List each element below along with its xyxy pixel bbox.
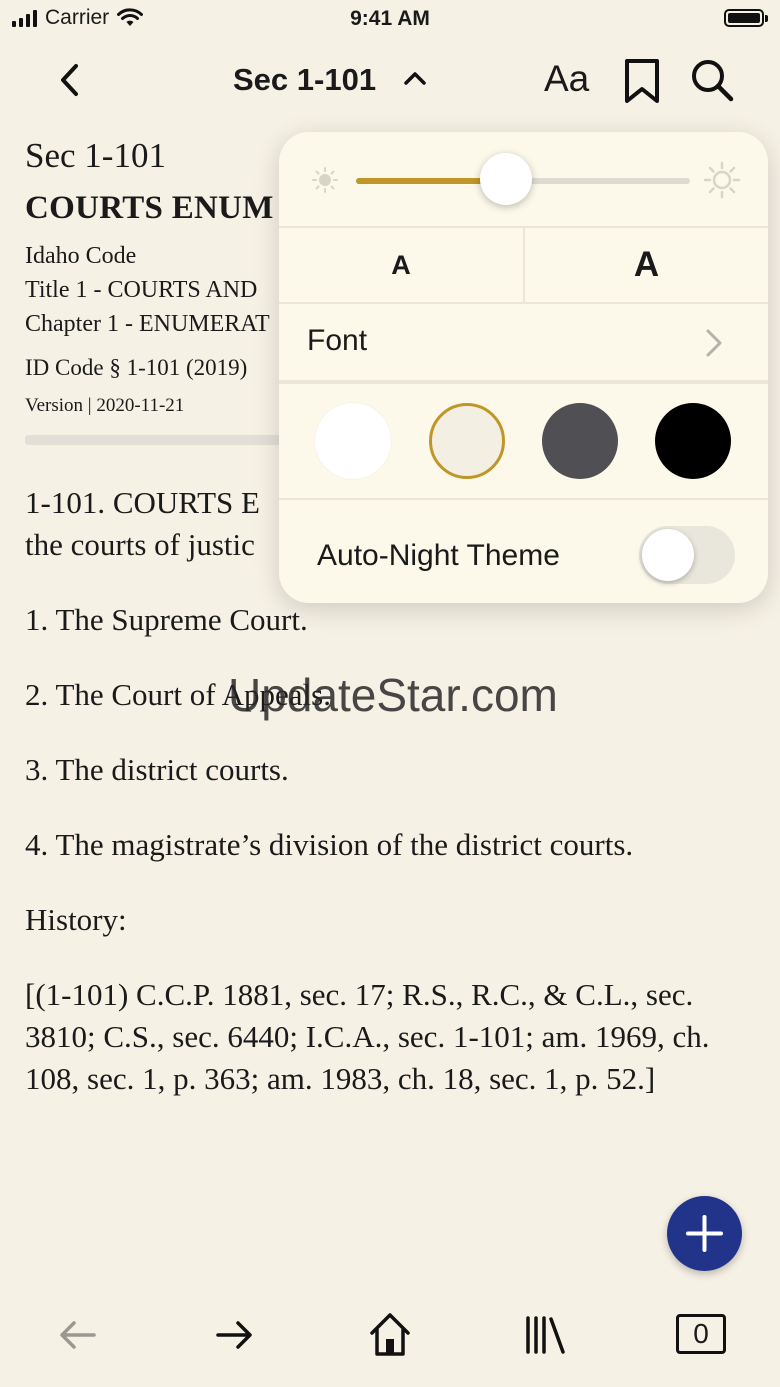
brightness-high-icon [703, 161, 741, 199]
paragraph: 3. The district courts. [25, 752, 289, 787]
paragraph-line: the courts of justic [25, 527, 255, 562]
section-title[interactable]: Sec 1-101 [233, 62, 376, 98]
font-label: Font [307, 324, 368, 357]
theme-gray-swatch[interactable] [542, 403, 618, 479]
brightness-slider-thumb[interactable] [480, 153, 533, 205]
back-chevron-icon[interactable] [52, 60, 88, 100]
theme-white-swatch[interactable] [315, 403, 391, 479]
status-bar: Carrier 9:41 AM [0, 0, 780, 40]
tabs-count-button[interactable]: 0 [676, 1314, 726, 1354]
decrease-font-size-button[interactable]: A [279, 228, 523, 302]
bottom-toolbar: 0 [0, 1295, 780, 1387]
add-button[interactable] [667, 1196, 742, 1271]
paragraph: [(1-101) C.C.P. 1881, sec. 17; R.S., R.C… [25, 977, 710, 1096]
bookmark-icon[interactable] [620, 56, 664, 106]
status-time: 9:41 AM [350, 7, 430, 30]
font-settings-button[interactable]: Aa [544, 58, 589, 100]
font-picker-row[interactable]: Font [279, 306, 768, 380]
forward-arrow-icon[interactable] [212, 1313, 256, 1357]
paragraph: 4. The magistrate’s division of the dist… [25, 827, 634, 862]
theme-black-swatch[interactable] [655, 403, 731, 479]
battery-icon [724, 9, 768, 27]
library-icon[interactable] [522, 1313, 568, 1357]
paragraph-line: 1-101. COURTS E [25, 485, 260, 520]
theme-sepia-swatch[interactable] [429, 403, 505, 479]
chevron-up-icon[interactable] [400, 66, 430, 90]
toggle-knob [642, 529, 694, 581]
home-icon[interactable] [367, 1309, 413, 1359]
brightness-low-icon [312, 167, 338, 193]
plus-icon [686, 1215, 723, 1252]
chevron-right-icon [706, 329, 722, 357]
nav-bar: Sec 1-101 Aa [0, 40, 780, 120]
paragraph: 1. The Supreme Court. [25, 602, 308, 637]
search-icon[interactable] [688, 56, 736, 104]
separator [279, 498, 768, 500]
separator [279, 380, 768, 384]
back-arrow-icon[interactable] [56, 1313, 100, 1357]
separator [279, 302, 768, 304]
watermark: UpdateStar.com [228, 669, 558, 721]
display-settings-popover: A A Font Auto-Night Theme [279, 132, 768, 603]
auto-night-label: Auto-Night Theme [317, 539, 560, 572]
auto-night-toggle[interactable] [639, 526, 735, 584]
increase-font-size-button[interactable]: A [525, 228, 768, 302]
paragraph: History: [25, 902, 127, 937]
